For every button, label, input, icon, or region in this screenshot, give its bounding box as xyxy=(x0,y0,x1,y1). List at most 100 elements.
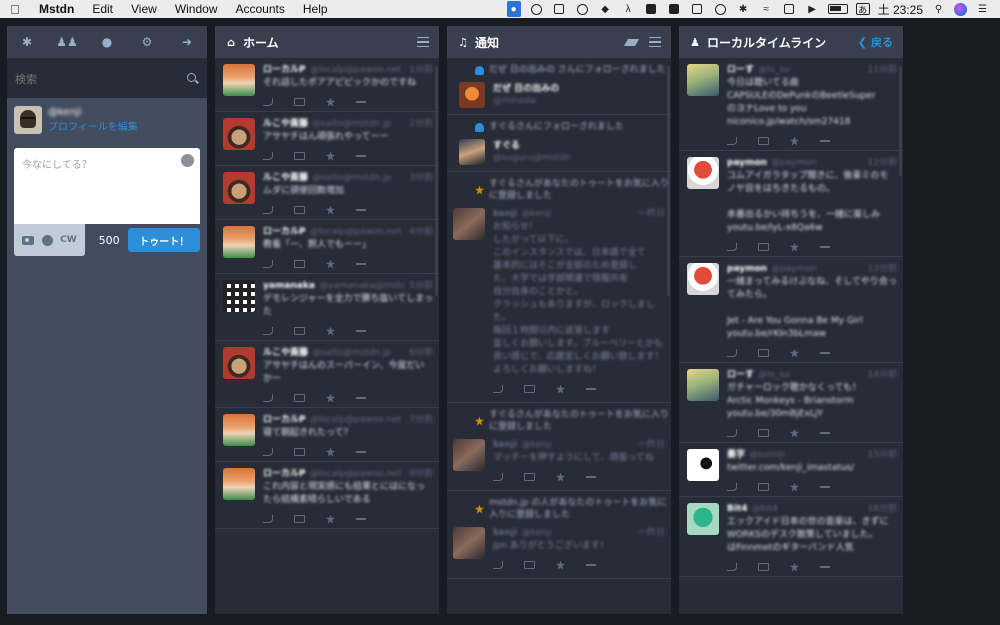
notifications-column-header[interactable]: ♫ 通知 xyxy=(447,26,671,58)
account-name[interactable]: @paymon xyxy=(771,157,817,169)
notification-item[interactable]: すぐるさんにフォローされました すぐる @suguru@mstdn xyxy=(447,115,671,172)
more-icon[interactable] xyxy=(586,388,596,390)
account-name[interactable]: @paymon xyxy=(771,263,817,275)
reply-icon[interactable] xyxy=(263,394,273,402)
menu-app-name[interactable]: Mstdn xyxy=(30,0,83,18)
settings-gear-icon[interactable]: ⚙ xyxy=(137,32,157,52)
reply-icon[interactable] xyxy=(263,206,273,214)
status-item[interactable]: paymon @paymon 12分前 コムアイガラタップ聞きに、後輩ミのモノヤ目をは… xyxy=(679,151,903,257)
more-icon[interactable] xyxy=(586,564,596,566)
time-machine-icon[interactable] xyxy=(713,3,728,15)
boost-icon[interactable] xyxy=(294,98,305,106)
boost-icon[interactable] xyxy=(758,563,769,571)
avatar[interactable] xyxy=(223,226,255,258)
column-settings-icon[interactable] xyxy=(417,37,429,47)
reply-icon[interactable] xyxy=(493,385,503,393)
avatar[interactable] xyxy=(687,369,719,401)
reply-icon[interactable] xyxy=(727,483,737,491)
display-name[interactable]: ローカルP xyxy=(263,414,306,426)
favourite-icon[interactable] xyxy=(326,259,335,269)
local-timeline-icon[interactable]: ♟♟ xyxy=(56,32,78,52)
menu-accounts[interactable]: Accounts xyxy=(227,0,294,18)
boost-icon[interactable] xyxy=(294,260,305,268)
timestamp[interactable]: 一昨日 xyxy=(634,439,665,451)
more-icon[interactable] xyxy=(356,451,366,453)
boost-icon[interactable] xyxy=(758,483,769,491)
status-item[interactable]: ルこや斎藤 @saito@mstdn.jp 3分前 ムダに頭使回数増加 xyxy=(215,166,439,220)
favourite-icon[interactable] xyxy=(326,151,335,161)
favourite-icon[interactable] xyxy=(556,560,565,570)
status-item[interactable]: kenji @kenji 一昨日 マッチーを押すようにして、頑張ってね xyxy=(447,433,671,486)
account-name[interactable]: @localp@pawoo.net xyxy=(310,226,402,238)
timestamp[interactable]: 16分前 xyxy=(864,503,897,515)
getting-started-icon[interactable]: ✱ xyxy=(17,32,37,52)
menu-clock[interactable]: 土 23:25 xyxy=(878,1,923,18)
reply-icon[interactable] xyxy=(727,137,737,145)
account-name[interactable]: @saito@mstdn.jp xyxy=(312,118,391,130)
evernote-tray-icon[interactable] xyxy=(552,3,567,15)
avatar[interactable] xyxy=(223,118,255,150)
status-item[interactable]: kenji @kenji 一昨日 jpn ありがとうございます！ xyxy=(447,521,671,574)
more-icon[interactable] xyxy=(356,397,366,399)
battery-icon[interactable] xyxy=(827,4,848,14)
status-item[interactable]: Bit4 @bit4 16分前 エックアイド日本の世の音楽は、きずにWORKSのデスク… xyxy=(679,497,903,577)
avatar[interactable] xyxy=(687,64,719,96)
status-item[interactable]: ローす @lo_su 14分前 ガチャーロック聴かなくっても！ Arctic Monk… xyxy=(679,363,903,443)
account-name[interactable]: @sumiji xyxy=(749,449,785,461)
privacy-globe-icon[interactable] xyxy=(41,234,53,246)
account-name[interactable]: @saito@mstdn.jp xyxy=(312,172,391,184)
status-item[interactable]: yamanaka @yamanaka@mstdn.jp5分前デモレンジャーを全力で… xyxy=(215,274,439,341)
display-name[interactable]: ルこや斎藤 xyxy=(263,172,308,184)
display-name[interactable]: ルこや斎藤 xyxy=(263,347,308,359)
input-method-icon[interactable]: あ xyxy=(855,3,870,15)
notification-item[interactable]: すぐるさんがあなたのトゥートをお気に入りに登録しました kenji @kenji 一昨… xyxy=(447,403,671,491)
display-name[interactable]: ローカルP xyxy=(263,468,306,480)
wifi-icon[interactable]: ≈ xyxy=(759,3,774,15)
cw-toggle[interactable]: CW xyxy=(60,235,77,245)
reply-icon[interactable] xyxy=(727,243,737,251)
notification-item[interactable]: だぜ 日の出みの さんにフォローされました だぜ 日の出みの @minoda xyxy=(447,58,671,115)
favourite-icon[interactable] xyxy=(790,242,799,252)
reply-icon[interactable] xyxy=(263,515,273,523)
reply-icon[interactable] xyxy=(263,448,273,456)
favourite-icon[interactable] xyxy=(790,562,799,572)
toot-button[interactable]: トゥート！ xyxy=(128,228,200,252)
reply-icon[interactable] xyxy=(493,561,503,569)
avatar[interactable] xyxy=(687,263,719,295)
display-name[interactable]: Bit4 xyxy=(727,503,748,515)
bluetooth-icon[interactable]: ✱ xyxy=(736,3,751,15)
avatar[interactable] xyxy=(223,280,255,312)
status-item[interactable]: paymon @paymon 13分前 一緒まってみるけぶなね、そしてやり合ってみたら… xyxy=(679,257,903,363)
info-tray-icon[interactable] xyxy=(529,3,544,15)
boost-icon[interactable] xyxy=(294,448,305,456)
federated-timeline-icon[interactable]: ● xyxy=(97,32,117,52)
favourite-icon[interactable] xyxy=(556,384,565,394)
avatar[interactable] xyxy=(453,527,485,559)
status-item[interactable]: ルこや斎藤 @saito@mstdn.jp 6分前 アサヤチはんのスーパーイン、今度だ… xyxy=(215,341,439,408)
display-name[interactable]: ルこや斎藤 xyxy=(263,118,308,130)
display-name[interactable]: kenji xyxy=(493,208,517,220)
camera-icon[interactable] xyxy=(21,235,34,245)
account-name[interactable]: @minoda xyxy=(493,95,559,107)
reply-icon[interactable] xyxy=(263,327,273,335)
more-icon[interactable] xyxy=(356,518,366,520)
timestamp[interactable]: 7分前 xyxy=(405,414,433,426)
account-name[interactable]: @localp@pawoo.net xyxy=(310,64,402,76)
timestamp[interactable]: 1分前 xyxy=(405,64,433,76)
avatar[interactable] xyxy=(223,172,255,204)
display-name[interactable]: ローす xyxy=(727,64,754,76)
favourite-icon[interactable] xyxy=(326,97,335,107)
more-icon[interactable] xyxy=(356,209,366,211)
favourite-icon[interactable] xyxy=(326,393,335,403)
music-tray-icon[interactable] xyxy=(575,3,590,15)
edit-profile-link[interactable]: プロフィールを編集 xyxy=(48,118,138,133)
airplay-icon[interactable] xyxy=(782,3,797,15)
more-icon[interactable] xyxy=(820,352,830,354)
more-icon[interactable] xyxy=(586,476,596,478)
boost-icon[interactable] xyxy=(294,515,305,523)
avatar[interactable] xyxy=(223,414,255,446)
timestamp[interactable]: 8分前 xyxy=(405,468,433,480)
home-column-header[interactable]: ⌂ ホーム xyxy=(215,26,439,58)
timestamp[interactable]: 13分前 xyxy=(864,263,897,275)
display-name[interactable]: ローす xyxy=(727,369,754,381)
